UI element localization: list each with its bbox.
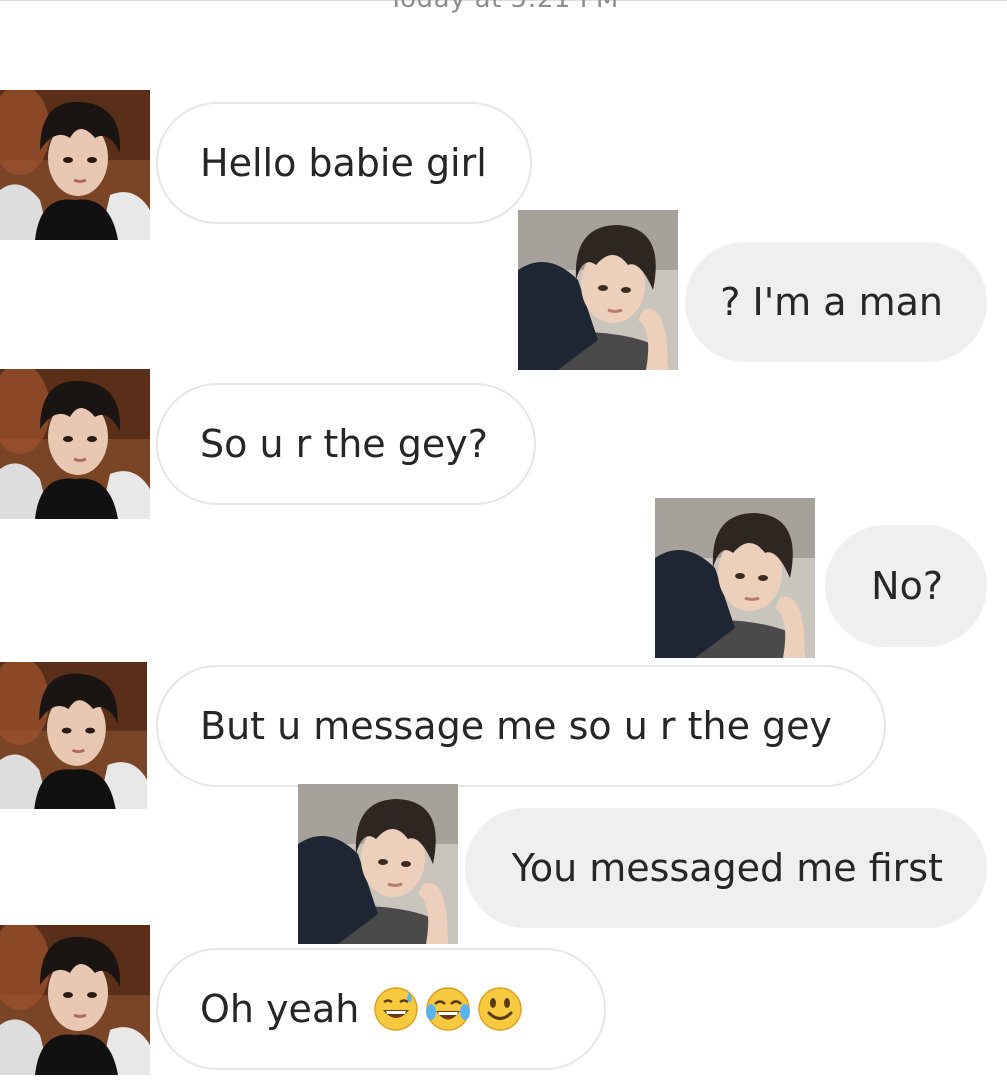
message-bubble-incoming[interactable]: But u message me so u r the gey bbox=[156, 665, 886, 787]
message-bubble-outgoing[interactable]: No? bbox=[825, 525, 987, 647]
message-text: But u message me so u r the gey bbox=[200, 704, 833, 748]
tears-of-joy-emoji-icon bbox=[426, 987, 471, 1031]
message-bubble-incoming[interactable]: Hello babie girl bbox=[156, 102, 532, 224]
avatar-me[interactable] bbox=[298, 784, 458, 944]
emoji-group bbox=[373, 986, 523, 1032]
message-bubble-incoming[interactable]: So u r the gey? bbox=[156, 383, 536, 505]
profile-photo bbox=[655, 498, 815, 658]
avatar-other[interactable] bbox=[0, 369, 150, 519]
profile-photo bbox=[0, 925, 150, 1075]
profile-photo bbox=[0, 662, 147, 809]
avatar-me[interactable] bbox=[518, 210, 678, 370]
profile-photo bbox=[0, 369, 150, 519]
message-text: So u r the gey? bbox=[200, 422, 488, 466]
avatar-other[interactable] bbox=[0, 90, 150, 240]
profile-photo bbox=[0, 90, 150, 240]
sweat-smile-emoji-icon bbox=[374, 987, 419, 1031]
smiley-emoji-icon bbox=[478, 987, 523, 1031]
message-bubble-outgoing[interactable]: You messaged me first bbox=[465, 808, 987, 928]
avatar-other[interactable] bbox=[0, 662, 147, 809]
avatar-me[interactable] bbox=[655, 498, 815, 658]
message-text: Oh yeah bbox=[200, 987, 360, 1031]
message-bubble-outgoing[interactable]: ? I'm a man bbox=[685, 242, 987, 362]
message-bubble-incoming[interactable]: Oh yeah bbox=[156, 948, 606, 1070]
message-text: You messaged me first bbox=[511, 846, 943, 890]
thread-timestamp: Today at 5:21 PM bbox=[0, 0, 1007, 14]
message-text: Hello babie girl bbox=[200, 141, 487, 185]
message-text: ? I'm a man bbox=[720, 280, 943, 324]
message-text: No? bbox=[871, 564, 943, 608]
profile-photo bbox=[298, 784, 458, 944]
avatar-other[interactable] bbox=[0, 925, 150, 1075]
profile-photo bbox=[518, 210, 678, 370]
